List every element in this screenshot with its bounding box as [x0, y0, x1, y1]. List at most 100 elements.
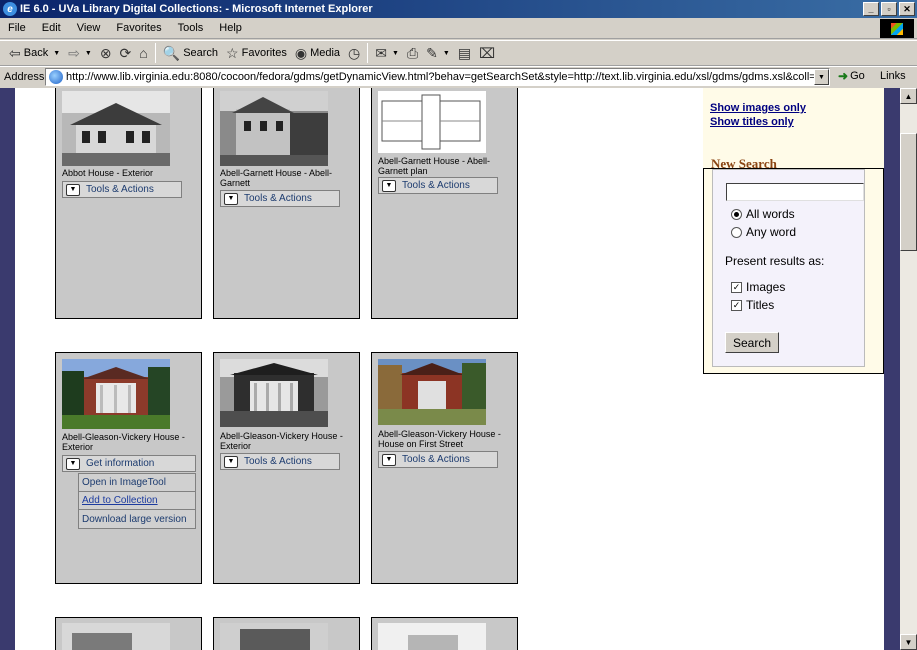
vertical-scrollbar[interactable]: ▲ ▼ — [900, 88, 917, 650]
forward-arrow-icon: ⇨ — [68, 44, 80, 61]
search-input[interactable] — [726, 183, 864, 201]
page-border-left — [0, 88, 15, 650]
go-button[interactable]: ➜ Go — [838, 69, 865, 83]
chevron-down-icon[interactable]: ▼ — [443, 50, 450, 57]
address-bar: Address http://www.lib.virginia.edu:8080… — [0, 66, 917, 87]
printer-icon: ⎙ — [406, 44, 419, 61]
present-results-label: Present results as: — [725, 254, 825, 268]
show-titles-only-link[interactable]: Show titles only — [710, 116, 794, 128]
chevron-down-icon: ▼ — [382, 453, 396, 466]
result-caption: Abell-Garnett House - Abell-Garnett — [220, 168, 333, 188]
result-thumbnail[interactable] — [220, 359, 328, 427]
radio-any-word[interactable]: Any word — [731, 225, 796, 239]
menu-tools[interactable]: Tools — [170, 22, 212, 34]
star-icon: ☆ — [226, 44, 239, 61]
menu-file[interactable]: File — [0, 22, 34, 34]
menu-favorites[interactable]: Favorites — [108, 22, 169, 34]
chevron-down-icon: ▼ — [224, 192, 238, 205]
chevron-down-icon: ▼ — [66, 457, 80, 470]
windows-logo-icon — [880, 19, 914, 38]
page-viewport: Abbot House - Exterior ▼ Tools & Actions — [0, 88, 917, 650]
refresh-button[interactable]: ⟳ — [116, 42, 136, 64]
result-card: Abell-Gleason-Vickery House - Exterior ▼… — [55, 352, 202, 584]
chevron-down-icon[interactable]: ▼ — [53, 50, 60, 57]
result-card: Abell-Garnett House - Abell-Garnett plan… — [371, 88, 518, 319]
chevron-down-icon[interactable]: ▼ — [392, 50, 399, 57]
open-in-imagetool-item[interactable]: Open in ImageTool — [79, 474, 195, 492]
result-thumbnail[interactable] — [378, 91, 486, 153]
checkbox-checked-icon[interactable]: ✓ — [731, 281, 742, 293]
result-thumbnail[interactable] — [62, 359, 170, 429]
forward-button[interactable]: ⇨ ▼ — [64, 42, 96, 64]
result-thumbnail[interactable] — [220, 623, 328, 650]
download-large-version-item[interactable]: Download large version — [79, 510, 195, 528]
add-to-collection-item[interactable]: Add to Collection — [79, 492, 195, 510]
result-thumbnail[interactable] — [378, 623, 486, 650]
radio-unselected-icon[interactable] — [731, 226, 742, 238]
chevron-down-icon: ▼ — [382, 179, 396, 192]
page-content: Abbot House - Exterior ▼ Tools & Actions — [15, 88, 884, 650]
stop-button[interactable]: ⊗ — [96, 42, 116, 64]
radio-selected-icon[interactable] — [731, 208, 742, 220]
new-search-panel: All words Any word Present results as: ✓… — [703, 168, 884, 374]
scroll-up-button[interactable]: ▲ — [900, 88, 917, 104]
chat-icon: ⌧ — [479, 44, 496, 61]
show-images-only-link[interactable]: Show images only — [710, 102, 806, 114]
document-icon: ▤ — [457, 44, 472, 61]
checkbox-titles[interactable]: ✓ Titles — [731, 298, 774, 312]
menu-edit[interactable]: Edit — [34, 22, 69, 34]
checkbox-checked-icon[interactable]: ✓ — [731, 299, 742, 311]
toolbar: ⇦ Back ▼ ⇨ ▼ ⊗ ⟳ ⌂ 🔍 Search ☆ Favorites … — [0, 40, 917, 66]
scroll-thumb[interactable] — [900, 133, 917, 251]
tools-actions-label: Tools & Actions — [244, 193, 312, 204]
back-button[interactable]: ⇦ Back ▼ — [5, 42, 64, 64]
close-button[interactable]: ✕ — [899, 2, 915, 16]
actions-menu: Open in ImageTool Add to Collection Down… — [78, 473, 196, 529]
result-thumbnail[interactable] — [62, 623, 170, 650]
home-icon: ⌂ — [139, 45, 148, 61]
discuss-button[interactable]: ▤ — [454, 42, 475, 64]
result-thumbnail[interactable] — [62, 91, 170, 166]
result-thumbnail[interactable] — [220, 91, 328, 166]
result-card — [55, 617, 202, 650]
address-url[interactable]: http://www.lib.virginia.edu:8080/cocoon/… — [66, 71, 829, 83]
checkbox-titles-label: Titles — [746, 298, 775, 312]
chevron-down-icon[interactable]: ▼ — [814, 69, 829, 85]
home-button[interactable]: ⌂ — [135, 42, 151, 64]
history-icon: ◷ — [348, 44, 361, 61]
menu-view[interactable]: View — [69, 22, 109, 34]
maximize-button[interactable]: ▫ — [881, 2, 897, 16]
search-submit-button[interactable]: Search — [725, 332, 779, 353]
tools-actions-dropdown[interactable]: ▼ Tools & Actions — [378, 451, 498, 468]
print-button[interactable]: ⎙ — [403, 42, 422, 64]
go-arrow-icon: ➜ — [838, 69, 849, 83]
favorites-button[interactable]: ☆ Favorites — [222, 42, 291, 64]
tools-actions-label: Tools & Actions — [244, 456, 312, 467]
get-information-dropdown[interactable]: ▼ Get information — [62, 455, 196, 472]
tools-actions-label: Tools & Actions — [402, 180, 470, 191]
tools-actions-dropdown[interactable]: ▼ Tools & Actions — [378, 177, 498, 194]
chevron-down-icon[interactable]: ▼ — [85, 50, 92, 57]
window-title-bar: e IE 6.0 - UVa Library Digital Collectio… — [0, 0, 917, 18]
scroll-down-button[interactable]: ▼ — [900, 634, 917, 650]
checkbox-images[interactable]: ✓ Images — [731, 280, 785, 294]
tools-actions-dropdown[interactable]: ▼ Tools & Actions — [62, 181, 182, 198]
result-thumbnail[interactable] — [378, 359, 486, 425]
radio-all-words[interactable]: All words — [731, 207, 795, 221]
links-button[interactable]: Links — [880, 70, 906, 82]
result-card — [371, 617, 518, 650]
menu-help[interactable]: Help — [211, 22, 250, 34]
result-card: Abell-Gleason-Vickery House - House on F… — [371, 352, 518, 584]
go-label: Go — [850, 70, 865, 82]
history-button[interactable]: ◷ — [344, 42, 364, 64]
address-input[interactable]: http://www.lib.virginia.edu:8080/cocoon/… — [45, 68, 830, 86]
search-button[interactable]: 🔍 Search — [159, 42, 222, 64]
messenger-button[interactable]: ⌧ — [475, 42, 499, 64]
back-label: Back — [23, 47, 49, 59]
media-button[interactable]: ◉ Media — [291, 42, 344, 64]
edit-button[interactable]: ✎ ▼ — [422, 42, 454, 64]
tools-actions-dropdown[interactable]: ▼ Tools & Actions — [220, 453, 340, 470]
minimize-button[interactable]: _ — [863, 2, 879, 16]
mail-button[interactable]: ✉ ▼ — [371, 42, 403, 64]
tools-actions-dropdown[interactable]: ▼ Tools & Actions — [220, 190, 340, 207]
